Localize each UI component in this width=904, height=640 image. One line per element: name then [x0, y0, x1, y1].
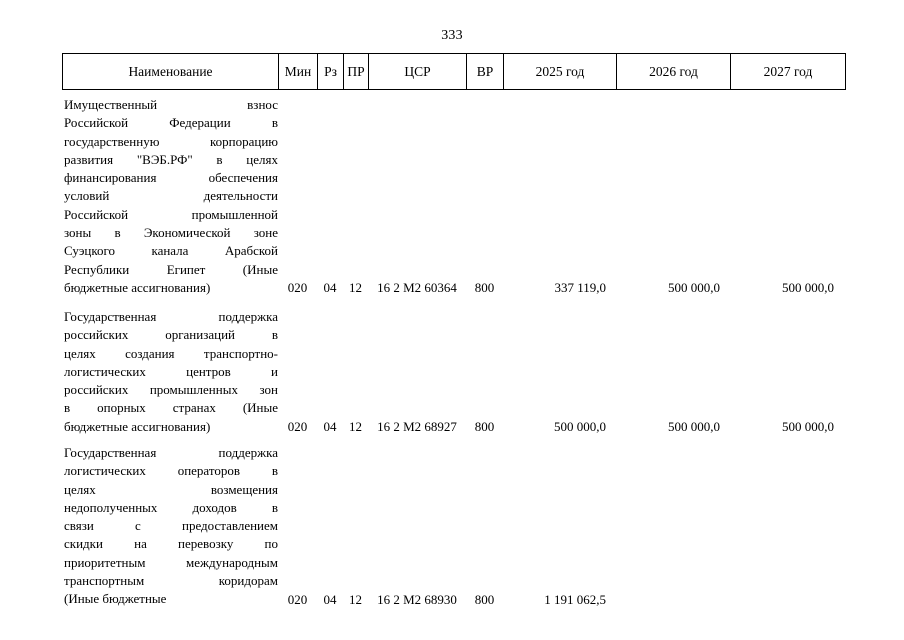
table-row: Государственная поддержка российских орга… — [62, 308, 846, 436]
table-header-row: Наименование Мин Рз ПР ЦСР ВР 2025 год 2… — [62, 53, 846, 90]
column-header-pr: ПР — [344, 54, 369, 89]
row-name-line: логистических операторов в — [64, 463, 278, 479]
row-name-line: связи с предоставлением — [64, 518, 278, 534]
table-body: Имущественный взнос Российской Федерации … — [62, 96, 846, 609]
row-name-line: Государственная поддержка — [64, 309, 278, 324]
row-name-line: в опорных странах (Иные — [64, 400, 278, 416]
cell-year-2027: 500 000,0 — [782, 280, 834, 295]
document-page: 333 Наименование Мин Рз ПР ЦСР ВР 2025 г… — [0, 0, 904, 640]
cell-year-2025: 1 191 062,5 — [544, 592, 606, 607]
column-header-vr: ВР — [467, 54, 504, 89]
row-values: 020 04 12 16 2 М2 68927 800 500 000,0 50… — [278, 418, 846, 436]
row-name-line: целях возмещения — [64, 481, 278, 497]
column-header-rz: Рз — [318, 54, 344, 89]
row-name-line: Государственная поддержка — [64, 445, 278, 460]
cell-pr: 12 — [349, 280, 362, 295]
row-name-line: (Иные бюджетные — [64, 591, 167, 607]
row-name-line: бюджетные ассигнования) — [64, 279, 211, 295]
row-name-line: транспортным коридорам — [64, 573, 278, 589]
row-name-cell: Государственная поддержка логистических о… — [62, 444, 278, 609]
cell-year-2026: 500 000,0 — [668, 280, 720, 295]
cell-year-2027: 500 000,0 — [782, 419, 834, 434]
row-name-line: государственную корпорацию — [64, 133, 278, 149]
row-name-line: российских промышленных зон — [64, 382, 278, 398]
cell-min: 020 — [287, 592, 308, 607]
column-header-csr: ЦСР — [369, 54, 467, 89]
row-spacer — [62, 297, 846, 308]
cell-vr: 800 — [474, 419, 495, 434]
cell-rz: 04 — [323, 280, 337, 295]
cell-year-2026: 500 000,0 — [668, 419, 720, 434]
cell-vr: 800 — [474, 592, 495, 607]
row-name-line: Российской промышленной — [64, 206, 278, 222]
row-name-line: бюджетные ассигнования) — [64, 418, 211, 434]
column-header-year-2027: 2027 год — [763, 63, 813, 79]
row-name-line: Суэцкого канала Арабской — [64, 243, 278, 259]
row-values: 020 04 12 16 2 М2 60364 800 337 119,0 50… — [278, 279, 846, 297]
cell-year-2027 — [730, 591, 844, 609]
row-name-line: скидки на перевозку по — [64, 536, 278, 552]
cell-year-2025: 500 000,0 — [554, 419, 606, 434]
column-header-year-2025: 2025 год — [504, 54, 617, 89]
cell-csr: 16 2 М2 68930 — [377, 592, 457, 607]
column-header-min: Мин — [279, 54, 318, 89]
row-name-line: Российской Федерации в — [64, 115, 278, 131]
column-header-year-2026: 2026 год — [617, 54, 731, 89]
cell-year-2026 — [616, 591, 730, 609]
table-row: Имущественный взнос Российской Федерации … — [62, 96, 846, 297]
cell-min: 020 — [287, 419, 308, 434]
row-name-line: зоны в Экономической зоне — [64, 225, 278, 241]
cell-pr: 12 — [349, 592, 362, 607]
row-name-line: целях создания транспортно- — [64, 345, 278, 361]
table-row: Государственная поддержка логистических о… — [62, 444, 846, 609]
column-header-name: Наименование — [63, 54, 279, 89]
cell-vr: 800 — [474, 280, 495, 295]
row-spacer — [62, 436, 846, 444]
row-name-cell: Государственная поддержка российских орга… — [62, 308, 278, 436]
cell-rz: 04 — [323, 592, 337, 607]
row-name-line: приоритетным международным — [64, 554, 278, 570]
row-name-line: российских организаций в — [64, 327, 278, 343]
row-name-line: Республики Египет (Иные — [64, 261, 278, 277]
row-name-line: развития "ВЭБ.РФ" в целях — [64, 151, 278, 167]
row-name-cell: Имущественный взнос Российской Федерации … — [62, 96, 278, 297]
cell-csr: 16 2 М2 60364 — [377, 280, 457, 295]
row-name-line: условий деятельности — [64, 188, 278, 204]
cell-csr: 16 2 М2 68927 — [377, 419, 457, 434]
row-name-line: финансирования обеспечения — [64, 170, 278, 186]
row-name-line: Имущественный взнос — [64, 97, 278, 112]
cell-rz: 04 — [323, 419, 337, 434]
cell-min: 020 — [287, 280, 308, 295]
cell-year-2025: 337 119,0 — [554, 280, 606, 295]
row-values: 020 04 12 16 2 М2 68930 800 1 191 062,5 — [278, 591, 846, 609]
cell-pr: 12 — [349, 419, 362, 434]
row-name-line: недополученных доходов в — [64, 499, 278, 515]
page-number: 333 — [441, 28, 463, 43]
row-name-line: логистических центров и — [64, 363, 278, 379]
